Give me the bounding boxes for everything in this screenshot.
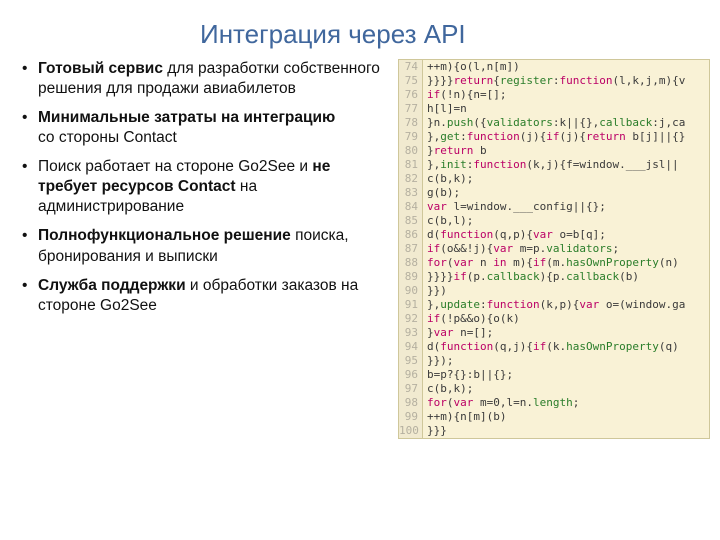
bullet-item: Служба поддержки и обработки заказов на … [18, 276, 388, 316]
bullet-list: Готовый сервис для разработки собственно… [18, 59, 388, 317]
line-number: 83 [399, 186, 423, 200]
line-number: 99 [399, 410, 423, 424]
code-line: 90}}) [399, 284, 709, 298]
code-text: h[l]=n [423, 102, 709, 116]
line-number: 85 [399, 214, 423, 228]
bullet-bold: Служба поддержки [38, 277, 186, 294]
code-text: }}}}if(p.callback){p.callback(b) [423, 270, 709, 284]
code-text: d(function(q,j){if(k.hasOwnProperty(q) [423, 340, 709, 354]
page-title: Интеграция через API [0, 0, 720, 59]
code-line: 100}}} [399, 424, 709, 438]
code-line: 83g(b); [399, 186, 709, 200]
bullet-item: Полнофункциональное решение поиска, брон… [18, 226, 388, 266]
code-line: 80}return b [399, 144, 709, 158]
bullet-text: со стороны Contact [38, 129, 177, 146]
code-text: }}); [423, 354, 709, 368]
line-number: 93 [399, 326, 423, 340]
line-number: 91 [399, 298, 423, 312]
code-text: var l=window.___config||{}; [423, 200, 709, 214]
code-line: 95}}); [399, 354, 709, 368]
code-text: if(o&&!j){var m=p.validators; [423, 242, 709, 256]
code-line: 99++m){n[m](b) [399, 410, 709, 424]
bullet-item: Готовый сервис для разработки собственно… [18, 59, 388, 99]
code-text: for(var n in m){if(m.hasOwnProperty(n) [423, 256, 709, 270]
code-text: c(b,l); [423, 214, 709, 228]
line-number: 88 [399, 256, 423, 270]
bullet-bold: Готовый сервис [38, 60, 163, 77]
line-number: 92 [399, 312, 423, 326]
line-number: 80 [399, 144, 423, 158]
bullet-item: Минимальные затраты на интеграцию со стор… [18, 108, 388, 148]
bullet-item: Поиск работает на стороне Go2See и не тр… [18, 157, 388, 217]
bullet-bold: Минимальные затраты на интеграцию [38, 109, 335, 126]
code-line: 76if(!n){n=[]; [399, 88, 709, 102]
line-number: 82 [399, 172, 423, 186]
line-number: 94 [399, 340, 423, 354]
code-text: if(!n){n=[]; [423, 88, 709, 102]
code-text: d(function(q,p){var o=b[q]; [423, 228, 709, 242]
code-line: 86d(function(q,p){var o=b[q]; [399, 228, 709, 242]
line-number: 86 [399, 228, 423, 242]
code-text: },get:function(j){if(j){return b[j]||{} [423, 130, 709, 144]
line-number: 87 [399, 242, 423, 256]
code-text: }n.push({validators:k||{},callback:j,ca [423, 116, 709, 130]
bullet-bold: Полнофункциональное решение [38, 227, 291, 244]
line-number: 89 [399, 270, 423, 284]
code-text: }}}}return{register:function(l,k,j,m){v [423, 74, 709, 88]
code-line: 98for(var m=0,l=n.length; [399, 396, 709, 410]
code-line: 85c(b,l); [399, 214, 709, 228]
line-number: 84 [399, 200, 423, 214]
code-line: 91},update:function(k,p){var o=(window.g… [399, 298, 709, 312]
line-number: 97 [399, 382, 423, 396]
code-line: 89}}}}if(p.callback){p.callback(b) [399, 270, 709, 284]
content-row: Готовый сервис для разработки собственно… [0, 59, 720, 439]
code-text: }return b [423, 144, 709, 158]
line-number: 79 [399, 130, 423, 144]
code-line: 74++m){o(l,n[m]) [399, 60, 709, 74]
code-line: 94d(function(q,j){if(k.hasOwnProperty(q) [399, 340, 709, 354]
code-panel: 74++m){o(l,n[m])75}}}}return{register:fu… [398, 59, 710, 439]
line-number: 76 [399, 88, 423, 102]
code-line: 93}var n=[]; [399, 326, 709, 340]
line-number: 77 [399, 102, 423, 116]
code-text: }}} [423, 424, 709, 438]
code-text: if(!p&&o){o(k) [423, 312, 709, 326]
code-text: b=p?{}:b||{}; [423, 368, 709, 382]
line-number: 75 [399, 74, 423, 88]
code-line: 92if(!p&&o){o(k) [399, 312, 709, 326]
code-line: 75}}}}return{register:function(l,k,j,m){… [399, 74, 709, 88]
code-line: 96b=p?{}:b||{}; [399, 368, 709, 382]
code-line: 78}n.push({validators:k||{},callback:j,c… [399, 116, 709, 130]
bullet-text: Поиск работает на стороне Go2See и [38, 158, 312, 175]
code-line: 82c(b,k); [399, 172, 709, 186]
code-text: }}) [423, 284, 709, 298]
bullet-list-container: Готовый сервис для разработки собственно… [18, 59, 398, 439]
code-line: 97c(b,k); [399, 382, 709, 396]
line-number: 95 [399, 354, 423, 368]
line-number: 81 [399, 158, 423, 172]
code-text: g(b); [423, 186, 709, 200]
code-line: 84var l=window.___config||{}; [399, 200, 709, 214]
code-text: c(b,k); [423, 172, 709, 186]
code-text: }var n=[]; [423, 326, 709, 340]
line-number: 90 [399, 284, 423, 298]
line-number: 98 [399, 396, 423, 410]
code-line: 77h[l]=n [399, 102, 709, 116]
line-number: 74 [399, 60, 423, 74]
code-text: for(var m=0,l=n.length; [423, 396, 709, 410]
code-line: 87if(o&&!j){var m=p.validators; [399, 242, 709, 256]
line-number: 100 [399, 424, 423, 438]
code-line: 88for(var n in m){if(m.hasOwnProperty(n) [399, 256, 709, 270]
line-number: 78 [399, 116, 423, 130]
code-text: c(b,k); [423, 382, 709, 396]
code-text: },update:function(k,p){var o=(window.ga [423, 298, 709, 312]
code-text: ++m){o(l,n[m]) [423, 60, 709, 74]
code-text: },init:function(k,j){f=window.___jsl|| [423, 158, 709, 172]
code-line: 81},init:function(k,j){f=window.___jsl|| [399, 158, 709, 172]
code-line: 79},get:function(j){if(j){return b[j]||{… [399, 130, 709, 144]
code-text: ++m){n[m](b) [423, 410, 709, 424]
line-number: 96 [399, 368, 423, 382]
